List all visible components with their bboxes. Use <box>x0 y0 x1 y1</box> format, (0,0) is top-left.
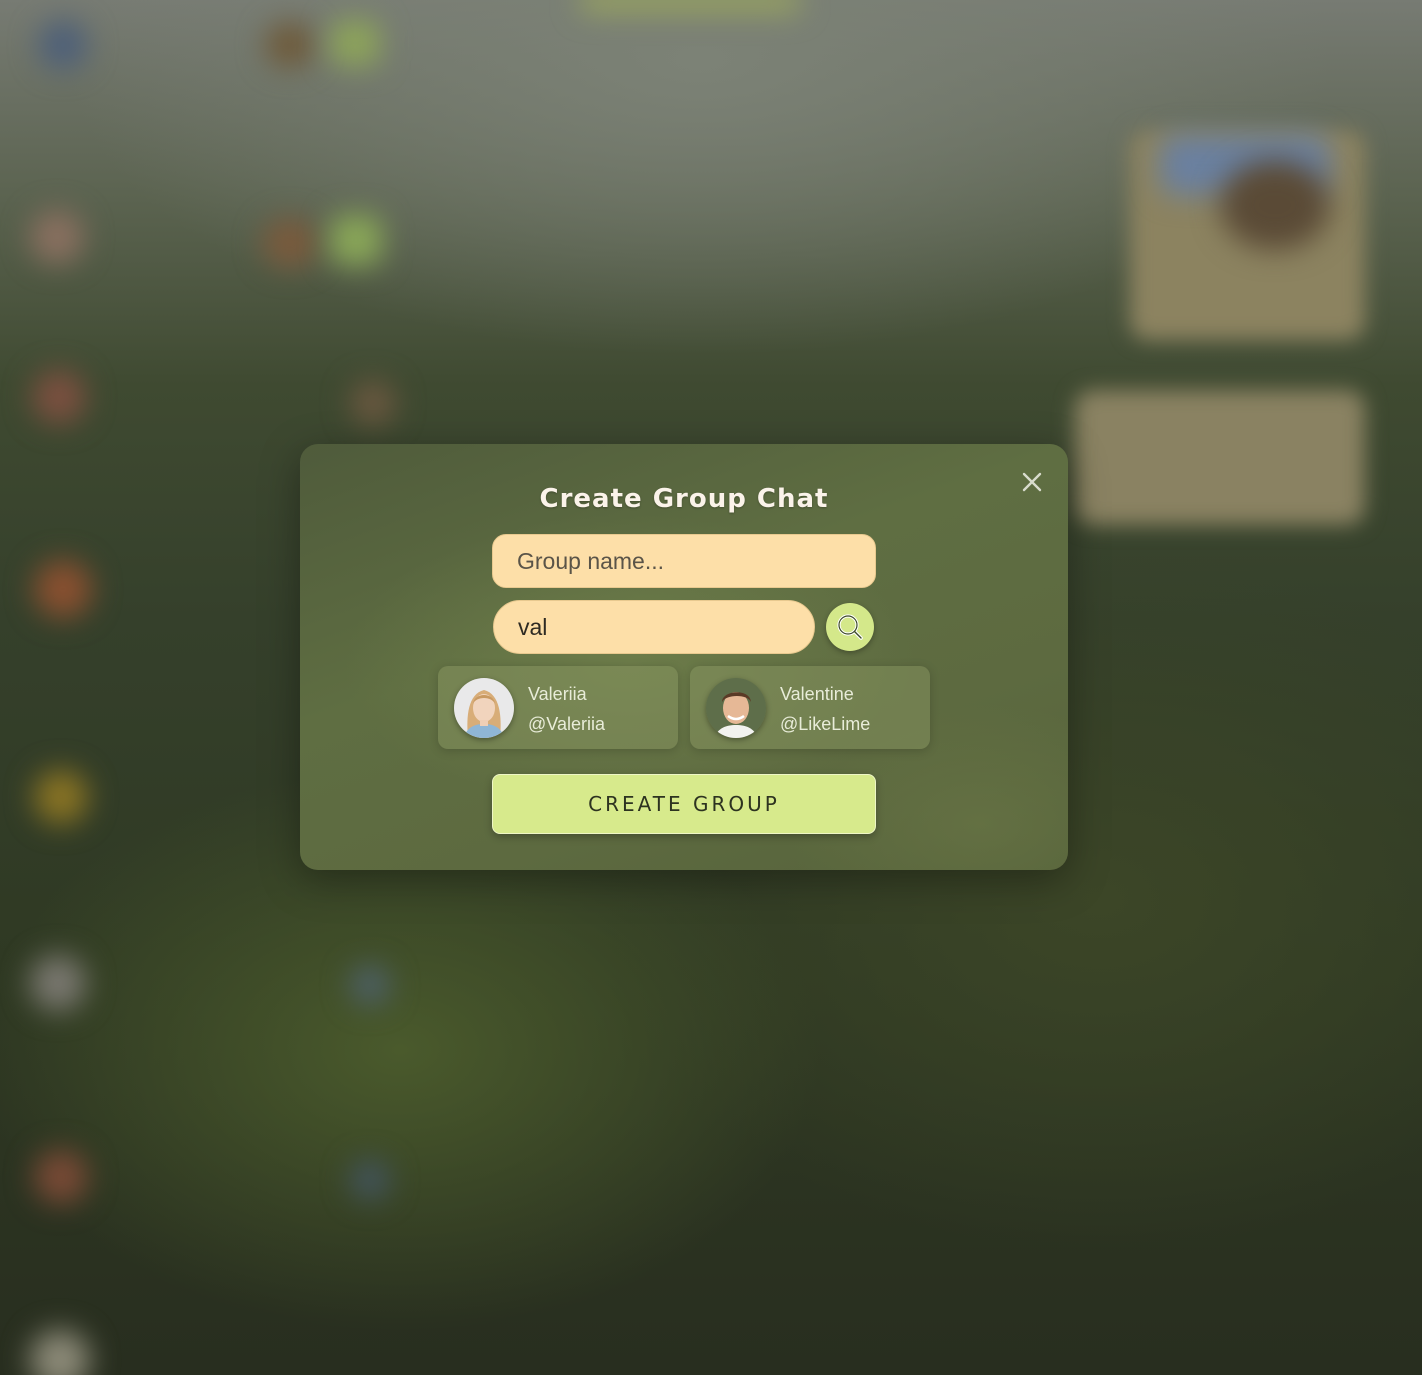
background-badge <box>350 1160 390 1200</box>
background-avatar <box>30 955 86 1011</box>
background-avatar <box>30 1330 90 1375</box>
background-image-subject <box>1220 160 1330 250</box>
background-avatar <box>34 1150 88 1204</box>
avatar <box>706 678 766 738</box>
user-handle: @LikeLime <box>780 714 871 734</box>
user-name: Valentine <box>780 684 854 704</box>
background-message-card <box>1075 390 1365 525</box>
avatar <box>454 678 514 738</box>
dialog-title: Create Group Chat <box>539 484 829 514</box>
background-avatar <box>350 380 396 426</box>
background-badge <box>330 215 382 265</box>
user-handle: @Valeriia <box>528 714 605 734</box>
background-badge <box>330 20 380 66</box>
user-name: Valeriia <box>528 684 587 704</box>
group-name-input[interactable] <box>492 534 876 588</box>
background-avatar <box>30 210 84 264</box>
background-badge <box>350 965 390 1005</box>
user-result-card[interactable]: Valentine @LikeLime <box>690 666 930 749</box>
background-avatar <box>265 22 315 68</box>
background-avatar <box>38 20 88 70</box>
search-button[interactable] <box>826 603 874 651</box>
background-avatar <box>262 218 318 268</box>
user-result-card[interactable]: Valeriia @Valeriia <box>438 666 678 749</box>
background-avatar <box>34 560 92 618</box>
user-search-input[interactable] <box>493 600 815 654</box>
background-avatar <box>34 770 88 824</box>
background-badge <box>580 0 800 12</box>
create-group-button[interactable]: CREATE GROUP <box>492 774 876 834</box>
search-icon <box>837 614 863 640</box>
background-avatar <box>32 370 86 424</box>
create-group-dialog: Create Group Chat Valeriia @Valeriia <box>300 444 1068 870</box>
